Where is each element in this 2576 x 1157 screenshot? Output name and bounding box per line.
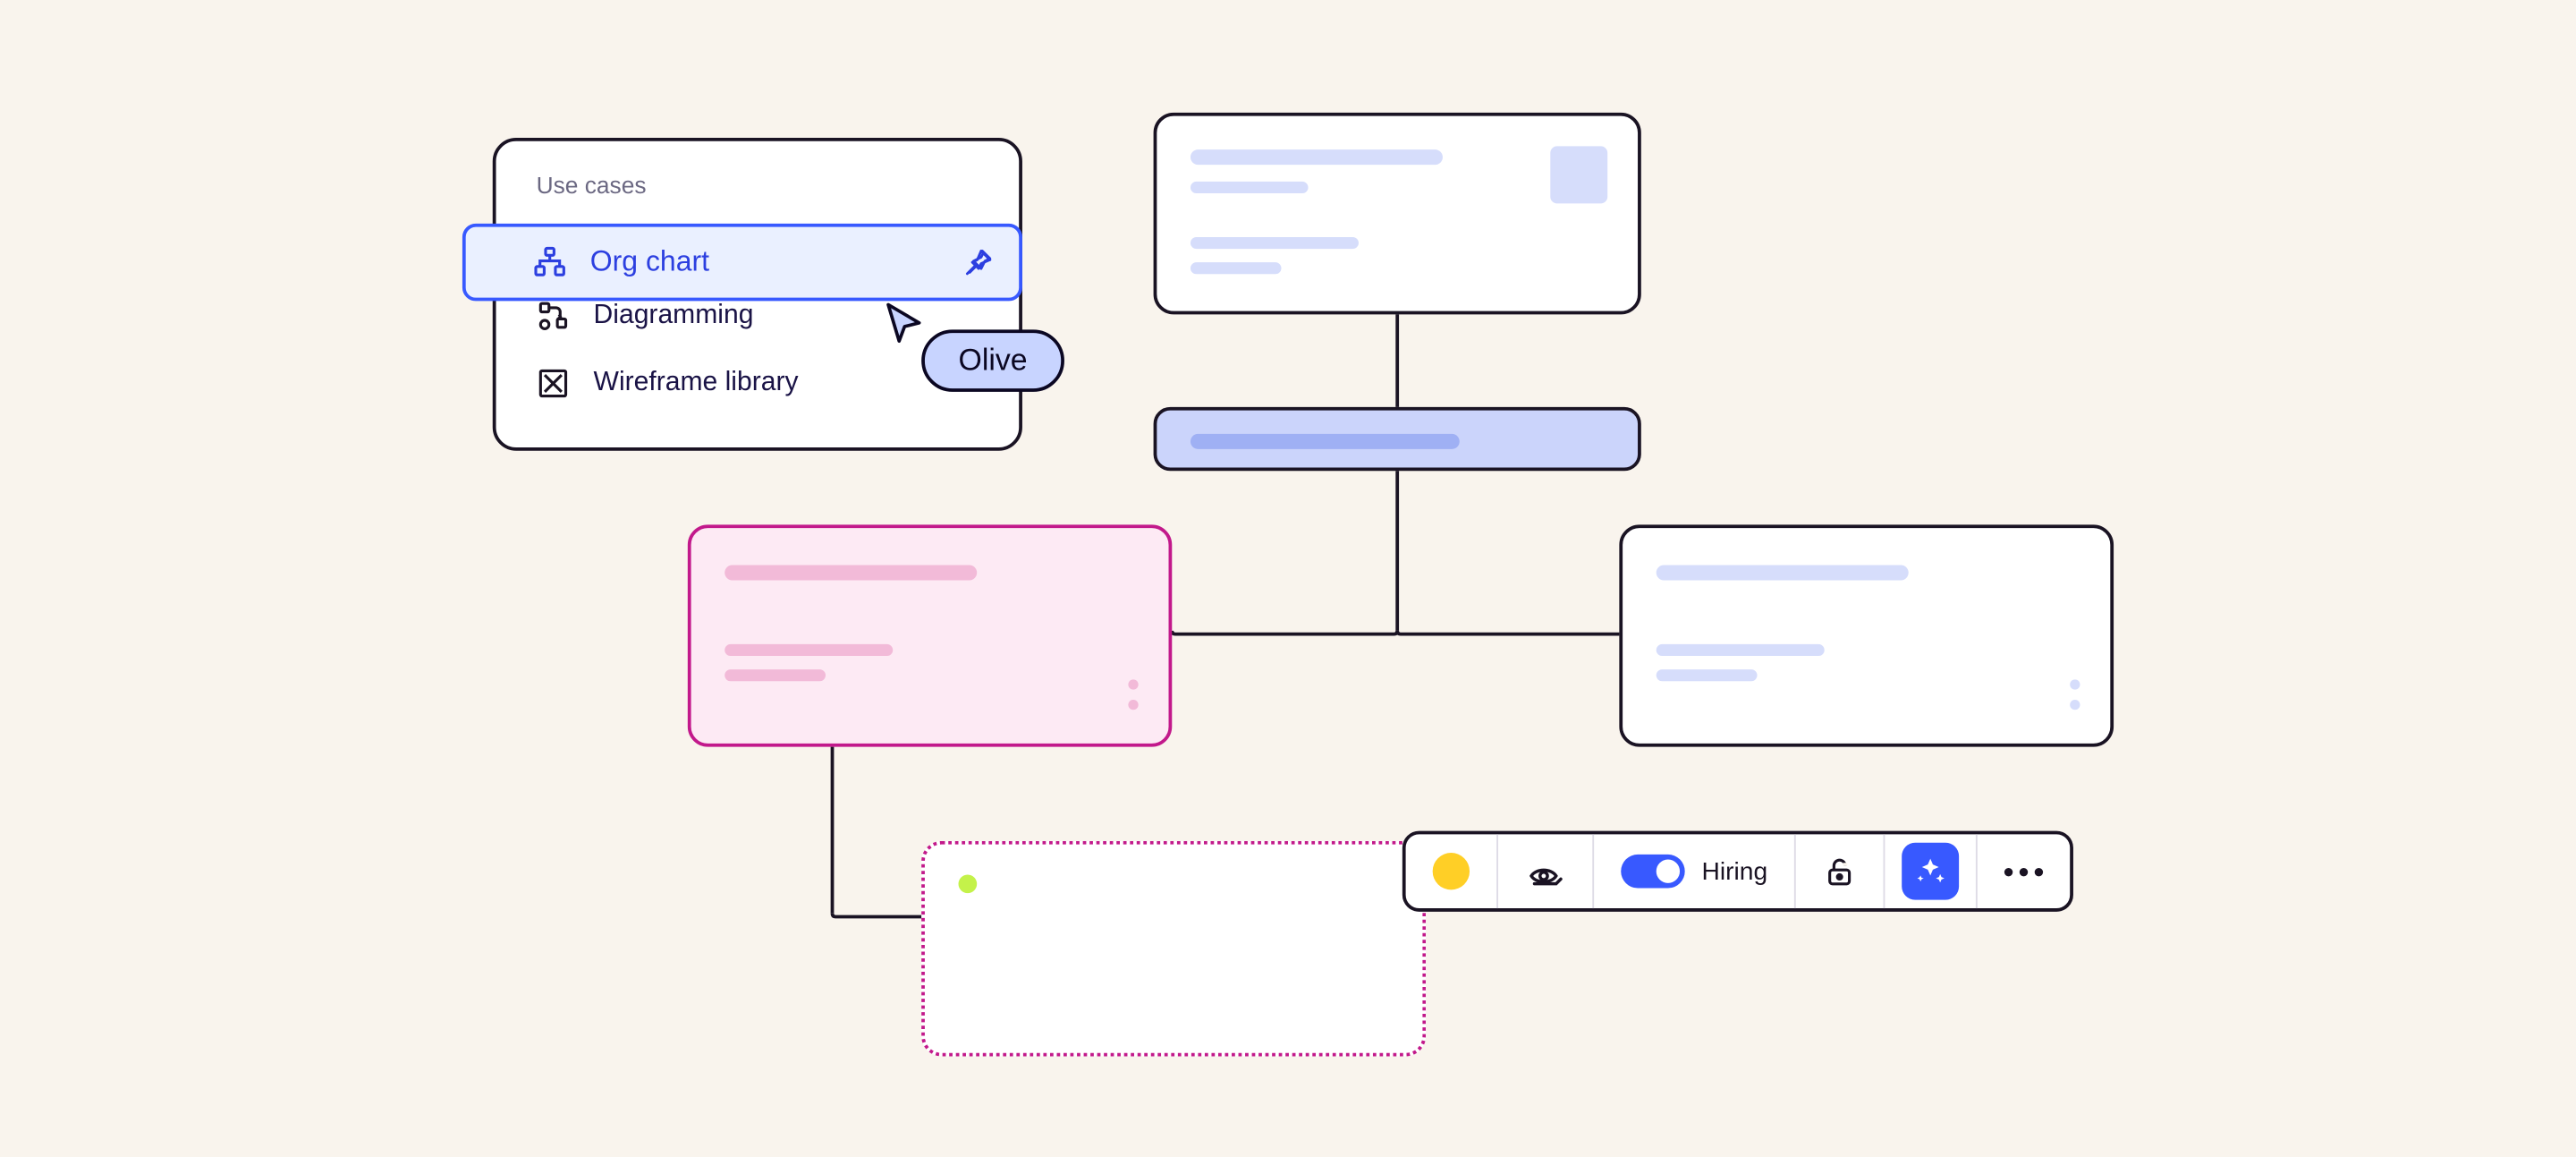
- cursor-user-pill: Olive: [921, 329, 1064, 392]
- org-node-group[interactable]: [1154, 407, 1641, 471]
- avatar-placeholder: [1550, 146, 1607, 203]
- layers-eye-icon: [1525, 853, 1565, 889]
- panel-item-label: Diagramming: [594, 301, 754, 331]
- hiring-toggle[interactable]: Hiring: [1594, 834, 1796, 908]
- pin-icon[interactable]: [962, 245, 996, 279]
- node-toolbar: Hiring: [1402, 831, 2073, 912]
- panel-item-label: Wireframe library: [594, 369, 799, 399]
- more-button[interactable]: [1978, 834, 2070, 908]
- color-swatch-icon: [1433, 853, 1470, 889]
- org-node-left[interactable]: [688, 524, 1172, 746]
- wireframe-icon: [537, 367, 571, 401]
- more-icon: [2004, 867, 2043, 875]
- toggle-label: Hiring: [1701, 857, 1767, 886]
- org-node-right[interactable]: [1619, 524, 2114, 746]
- color-picker-button[interactable]: [1406, 834, 1498, 908]
- diagram-icon: [537, 300, 571, 334]
- card-menu-icon[interactable]: [1128, 679, 1138, 710]
- card-menu-icon[interactable]: [2070, 679, 2080, 710]
- lock-button[interactable]: [1796, 834, 1885, 908]
- visibility-button[interactable]: [1498, 834, 1594, 908]
- panel-title: Use cases: [496, 172, 1020, 208]
- sparkle-icon: [1914, 855, 1948, 889]
- cursor-icon: [883, 301, 927, 345]
- org-chart-icon: [533, 245, 567, 279]
- ai-button[interactable]: [1885, 834, 1978, 908]
- toggle-switch-icon: [1621, 855, 1684, 889]
- org-node-new[interactable]: [921, 841, 1426, 1057]
- unlock-icon: [1823, 853, 1857, 889]
- panel-item-label: Org chart: [590, 245, 709, 279]
- panel-item-org-chart-selected[interactable]: Org chart: [462, 224, 1022, 301]
- status-dot-icon: [959, 874, 978, 893]
- org-node-root[interactable]: [1154, 113, 1641, 315]
